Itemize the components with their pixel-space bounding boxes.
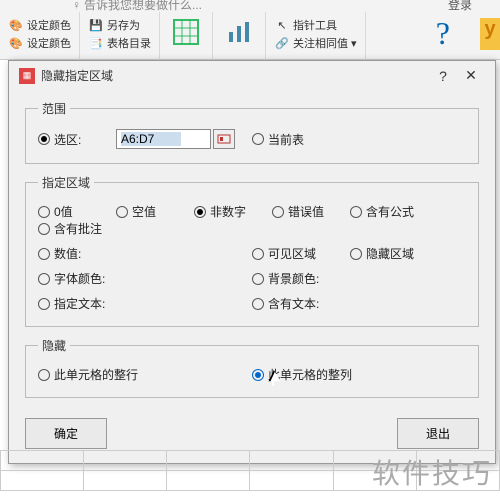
related-values-button[interactable]: 🔗关注相同值▾	[272, 34, 359, 52]
table-catalog-button[interactable]: 📑表格目录	[86, 34, 153, 52]
cursor-icon: ↖	[274, 17, 290, 33]
set-color-button[interactable]: 🎨设定颜色	[6, 16, 73, 34]
pointer-tool-button[interactable]: ↖指针工具	[272, 16, 359, 34]
ok-button[interactable]: 确定	[25, 418, 107, 449]
range-fieldset: 范围 选区: 当前表	[25, 100, 479, 164]
close-button[interactable]: ✕	[457, 67, 485, 84]
dialog-title: 隐藏指定区域	[41, 67, 113, 84]
ribbon: 告诉我您想要做什么... 登录 🎨设定颜色 🎨设定颜色 💾另存为 📑表格目录 ↖…	[0, 0, 500, 60]
selection-radio[interactable]: 选区:	[38, 131, 100, 148]
save-as-button[interactable]: 💾另存为	[86, 16, 153, 34]
opt-hasformula[interactable]: 含有公式	[350, 203, 432, 220]
dialog-titlebar: ▦ 隐藏指定区域 ? ✕	[9, 61, 495, 90]
table-insert-button[interactable]	[166, 16, 206, 48]
set-color-button-2[interactable]: 🎨设定颜色	[6, 34, 73, 52]
help-button[interactable]: ?	[429, 68, 457, 84]
app-icon: ▦	[19, 68, 35, 84]
watermark: 软件技巧	[372, 452, 492, 492]
opt-spectext[interactable]: 指定文本:	[38, 295, 105, 312]
opt-hidden[interactable]: 隐藏区域	[350, 245, 432, 262]
hide-fieldset: 隐藏 此单元格的整行 此单元格的整列	[25, 337, 479, 398]
opt-hastext[interactable]: 含有文本:	[252, 295, 319, 312]
range-legend: 范围	[38, 100, 70, 117]
opt-fontcolor[interactable]: 字体颜色:	[38, 270, 105, 287]
tell-me-search[interactable]: 告诉我您想要做什么...	[72, 0, 202, 13]
hide-legend: 隐藏	[38, 337, 70, 354]
current-sheet-radio[interactable]: 当前表	[252, 131, 314, 148]
help-icon[interactable]: ?	[436, 15, 450, 52]
chevron-down-icon: ▾	[351, 37, 357, 50]
opt-numval[interactable]: 数值:	[38, 245, 100, 262]
ref-input-box[interactable]	[116, 129, 211, 149]
grid-icon	[172, 18, 200, 46]
opt-nonnum[interactable]: 非数字	[194, 203, 256, 220]
ref-picker-button[interactable]	[213, 129, 235, 149]
area-fieldset: 指定区域 0值 空值 非数字 错误值 含有公式 含有批注 数值: 字体颜色: 指…	[25, 174, 479, 327]
exit-button[interactable]: 退出	[397, 418, 479, 449]
hide-area-dialog: ▦ 隐藏指定区域 ? ✕ 范围 选区: 当前表 指定区域 0值 空值	[8, 60, 496, 464]
palette-icon: 🎨	[8, 17, 24, 33]
login-link[interactable]: 登录	[448, 0, 472, 13]
addon-button[interactable]: y	[480, 18, 500, 50]
ref-input[interactable]	[121, 132, 181, 146]
area-legend: 指定区域	[38, 174, 94, 191]
disk-icon: 💾	[88, 17, 104, 33]
opt-visible[interactable]: 可见区域	[252, 245, 334, 262]
palette-icon: 🎨	[8, 35, 24, 51]
opt-zero[interactable]: 0值	[38, 203, 100, 220]
opt-bgcolor[interactable]: 背景颜色:	[252, 270, 319, 287]
hide-col-radio[interactable]: 此单元格的整列	[252, 366, 352, 383]
opt-error[interactable]: 错误值	[272, 203, 334, 220]
table-icon: 📑	[88, 35, 104, 51]
hide-row-radio[interactable]: 此单元格的整行	[38, 366, 138, 383]
opt-hascomment[interactable]: 含有批注	[38, 220, 120, 237]
link-icon: 🔗	[274, 35, 290, 51]
opt-blank[interactable]: 空值	[116, 203, 178, 220]
chart-button[interactable]	[219, 16, 259, 48]
chart-icon	[225, 18, 253, 46]
